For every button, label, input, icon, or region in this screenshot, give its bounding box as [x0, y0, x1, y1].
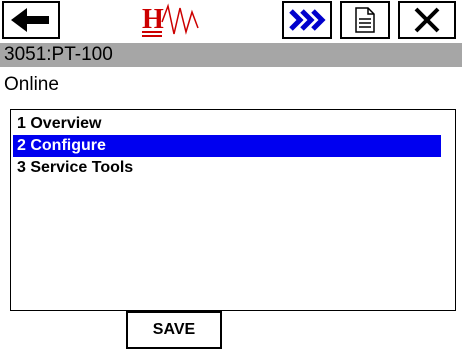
left-frame: [0, 105, 10, 311]
save-button[interactable]: SAVE: [126, 311, 222, 349]
menu-item-configure[interactable]: 2 Configure: [13, 135, 441, 157]
device-status: Online: [0, 68, 462, 105]
menu-item-overview[interactable]: 1 Overview: [13, 113, 441, 135]
hart-logo: H: [140, 2, 210, 40]
menu-item-service-tools[interactable]: 3 Service Tools: [13, 157, 441, 179]
document-icon: [355, 7, 375, 33]
next-button[interactable]: [282, 1, 332, 39]
logo-letter: H: [142, 4, 164, 35]
device-title: 3051:PT-100: [0, 43, 462, 67]
bottom-bar: SAVE: [0, 311, 462, 351]
menu-list: 1 Overview 2 Configure 3 Service Tools: [10, 109, 456, 311]
double-chevron-right-icon: [289, 9, 326, 31]
back-button[interactable]: [2, 1, 60, 39]
toolbar: H: [0, 0, 462, 42]
close-icon: [414, 7, 440, 33]
close-button[interactable]: [398, 1, 456, 39]
document-button[interactable]: [340, 1, 390, 39]
arrow-left-icon: [11, 8, 49, 32]
